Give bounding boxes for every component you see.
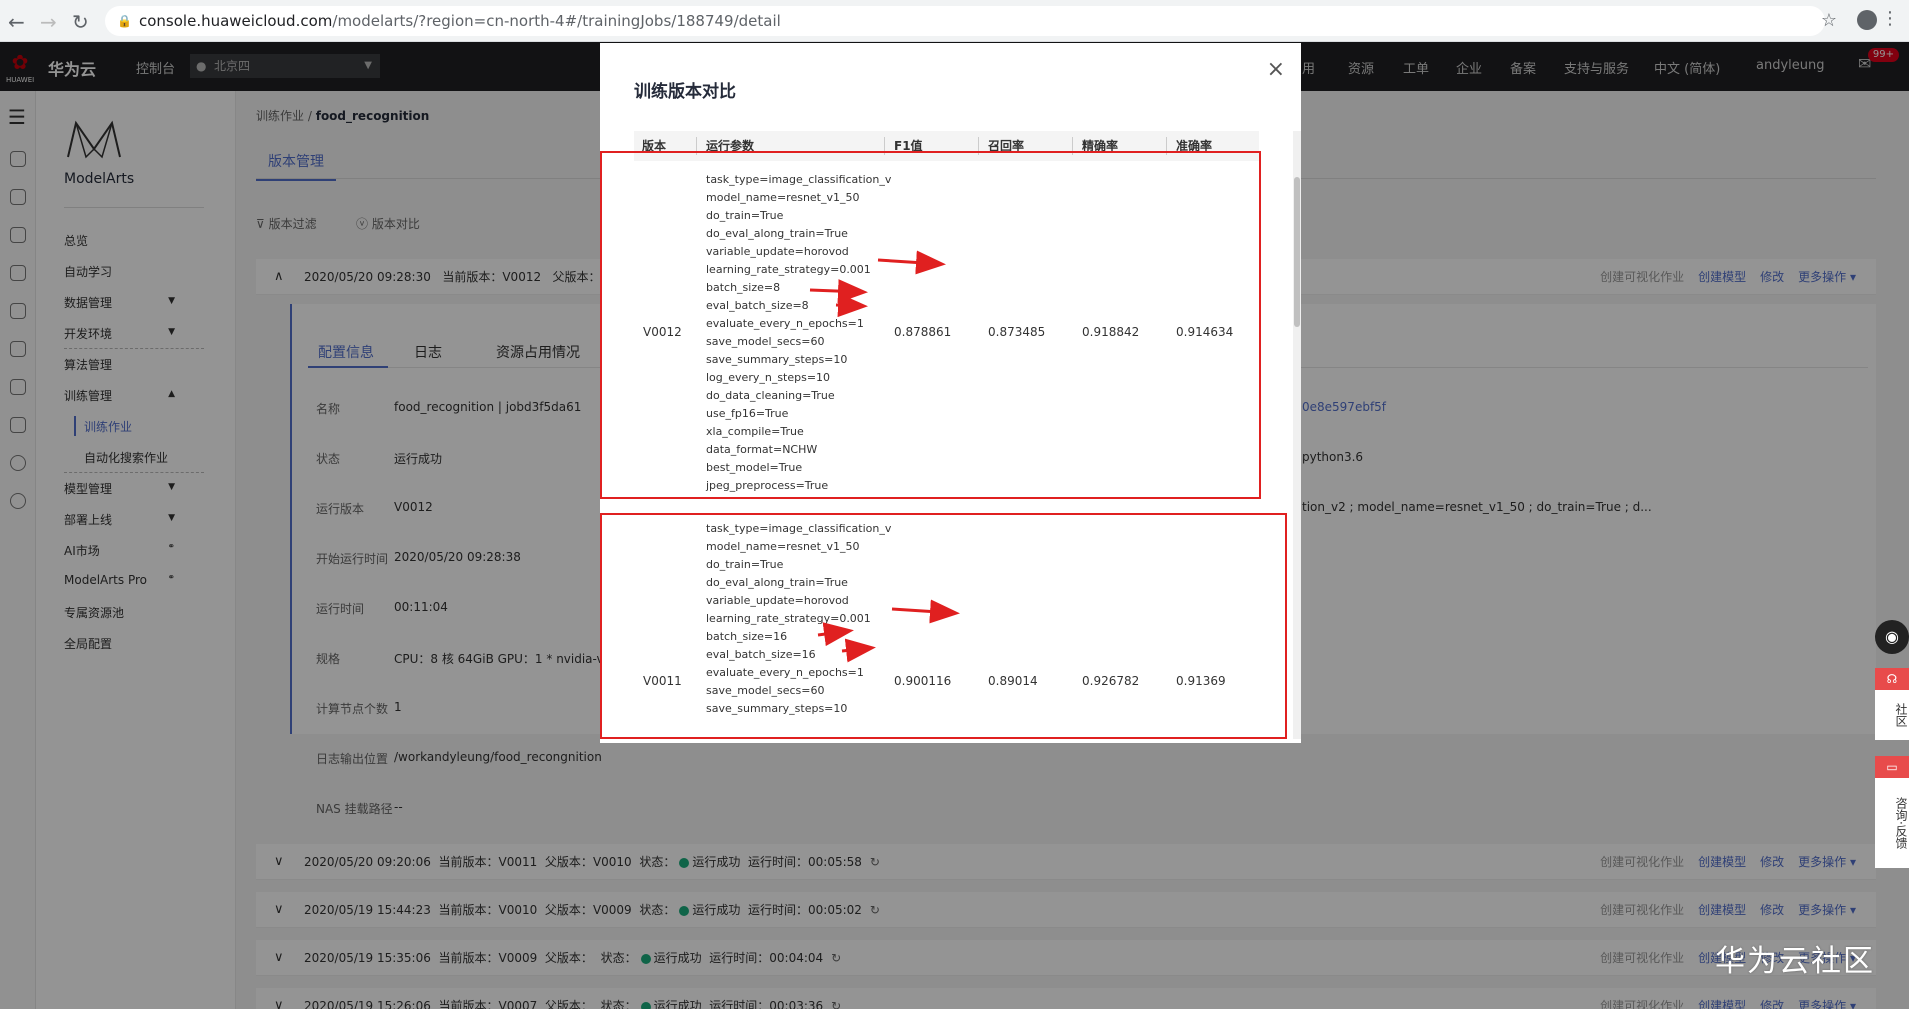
dialog-title: 训练版本对比 xyxy=(634,82,736,102)
reload-icon[interactable]: ↻ xyxy=(72,10,89,34)
assistant-robot-icon[interactable]: ◉ xyxy=(1875,620,1909,654)
scrollbar-thumb[interactable] xyxy=(1294,177,1300,327)
url-host: console.huaweicloud.com xyxy=(139,12,333,30)
profile-avatar-icon[interactable] xyxy=(1857,10,1877,30)
browser-menu-icon[interactable]: ⋮ xyxy=(1881,8,1899,29)
bookmark-star-icon[interactable]: ☆ xyxy=(1821,10,1837,31)
lock-icon: 🔒 xyxy=(117,14,132,28)
close-icon[interactable]: × xyxy=(1267,57,1285,82)
annotation-box-v0012 xyxy=(600,151,1261,499)
dialog-scrollbar[interactable] xyxy=(1293,131,1301,739)
feedback-link[interactable]: 咨询·反馈 xyxy=(1875,778,1909,868)
headset-icon[interactable]: ☊ xyxy=(1875,668,1909,690)
address-bar[interactable]: 🔒 console.huaweicloud.com/modelarts/?reg… xyxy=(105,6,1825,36)
watermark: 华为云社区 xyxy=(1715,944,1875,979)
forward-icon[interactable]: → xyxy=(40,10,57,34)
chat-icon[interactable]: ▭ xyxy=(1875,756,1909,778)
url-path: /modelarts/?region=cn-north-4#/trainingJ… xyxy=(332,12,781,30)
community-link[interactable]: 社区 xyxy=(1875,690,1909,740)
version-compare-dialog: 训练版本对比 × 版本 运行参数 F1值 召回率 精确率 准确率 task_ty… xyxy=(600,43,1301,743)
browser-toolbar: ← → ↻ 🔒 console.huaweicloud.com/modelart… xyxy=(0,0,1909,42)
annotation-box-v0011 xyxy=(600,513,1287,739)
back-icon[interactable]: ← xyxy=(8,10,25,34)
